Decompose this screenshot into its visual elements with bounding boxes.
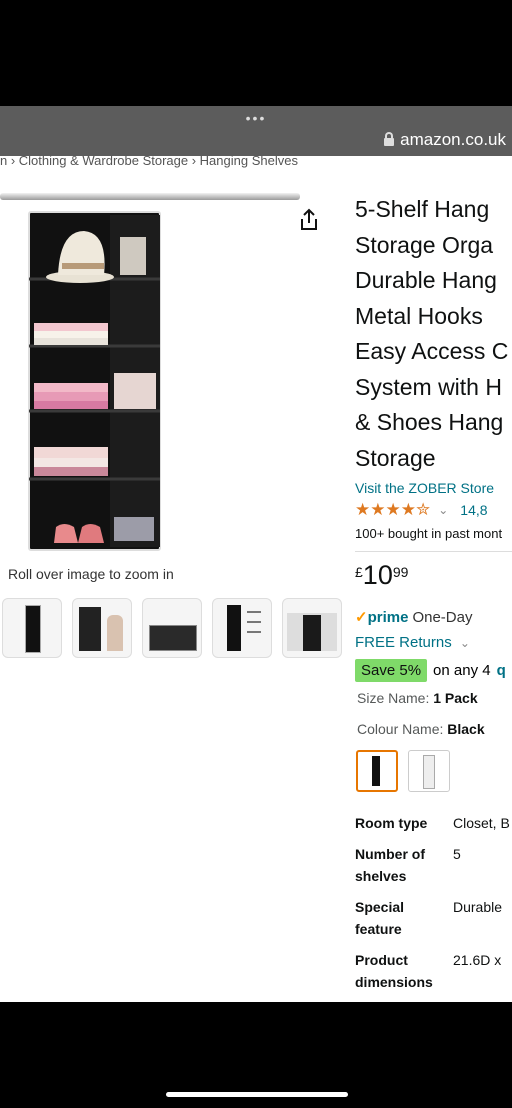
breadcrumb[interactable]: n › Clothing & Wardrobe Storage › Hangin… xyxy=(0,156,298,168)
rating-row[interactable]: ★★★★✮ ⌄ 14,8 xyxy=(355,500,512,520)
spec-value: 21.6D x xyxy=(453,952,502,968)
colour-swatch-black[interactable] xyxy=(356,750,398,792)
spec-key: Number of shelves xyxy=(355,846,425,884)
spec-row: Number of shelves 5 xyxy=(355,843,510,887)
url-display[interactable]: amazon.co.uk xyxy=(384,130,506,150)
price-currency: £ xyxy=(355,564,363,580)
size-label: Size Name: xyxy=(357,690,430,706)
chevron-down-icon: ⌄ xyxy=(459,636,470,650)
product-page: n › Clothing & Wardrobe Storage › Hangin… xyxy=(0,156,512,1002)
spec-value: Closet, B xyxy=(453,815,510,831)
thumbnail-1[interactable] xyxy=(2,598,62,658)
save-promo: Save 5% on any 4 q xyxy=(355,659,506,682)
colour-label: Colour Name: xyxy=(357,721,444,737)
free-returns-label: FREE Returns xyxy=(355,634,452,651)
chevron-down-icon[interactable]: ⌄ xyxy=(438,503,448,517)
prime-badge[interactable]: ✓prime One-Day xyxy=(355,608,472,626)
size-selection: Size Name: 1 Pack xyxy=(357,690,478,706)
rating-count[interactable]: 14,8 xyxy=(460,502,487,518)
spec-key: Special feature xyxy=(355,899,405,937)
share-icon[interactable] xyxy=(298,208,320,232)
browser-address-bar[interactable]: ••• amazon.co.uk xyxy=(0,106,512,156)
price-fraction: 99 xyxy=(392,564,409,580)
colour-value: Black xyxy=(447,721,485,737)
colour-swatch-white[interactable] xyxy=(408,750,450,792)
spec-row: Room type Closet, B xyxy=(355,812,510,834)
prime-label: prime xyxy=(367,609,409,626)
spec-table: Room type Closet, B Number of shelves 5 … xyxy=(355,812,510,1002)
size-value: 1 Pack xyxy=(433,690,478,706)
spec-key: Product dimensions xyxy=(355,952,433,990)
product-info: 5-Shelf Hang Storage Orga Durable Hang M… xyxy=(355,192,512,552)
url-text: amazon.co.uk xyxy=(400,130,506,149)
thumbnail-2[interactable] xyxy=(72,598,132,658)
bought-count: 100+ bought in past mont xyxy=(355,526,512,552)
star-rating-icon: ★★★★✮ xyxy=(355,500,431,519)
thumbnail-4[interactable] xyxy=(212,598,272,658)
status-bar-area xyxy=(0,0,512,106)
prime-speed: One-Day xyxy=(412,609,473,626)
more-dots-icon[interactable]: ••• xyxy=(0,110,512,126)
spec-value: Durable xyxy=(453,899,503,915)
save-badge: Save 5% xyxy=(355,659,428,682)
spec-value: 5 xyxy=(453,846,461,862)
thumbnail-5[interactable] xyxy=(282,598,342,658)
spec-row: Product dimensions 21.6D x xyxy=(355,949,510,993)
prime-check-icon: ✓ xyxy=(355,609,368,626)
thumbnail-strip xyxy=(2,598,342,658)
spec-row: Special feature Durable xyxy=(355,896,510,940)
price-whole: 10 xyxy=(362,560,393,590)
home-indicator[interactable] xyxy=(166,1092,348,1097)
lock-icon xyxy=(384,132,395,146)
zoom-hint: Roll over image to zoom in xyxy=(8,566,174,582)
free-returns-link[interactable]: FREE Returns ⌄ xyxy=(355,634,470,651)
spec-key: Room type xyxy=(355,815,428,831)
save-link[interactable]: q xyxy=(497,662,506,679)
hanging-rail-image xyxy=(0,193,300,200)
thumbnail-3[interactable] xyxy=(142,598,202,658)
product-main-image[interactable] xyxy=(28,211,168,556)
colour-selection: Colour Name: Black xyxy=(357,721,485,737)
save-text: on any 4 xyxy=(433,662,491,679)
store-link[interactable]: Visit the ZOBER Store xyxy=(355,480,512,496)
price: £1099 xyxy=(355,560,408,591)
product-title: 5-Shelf Hang Storage Orga Durable Hang M… xyxy=(355,196,509,471)
